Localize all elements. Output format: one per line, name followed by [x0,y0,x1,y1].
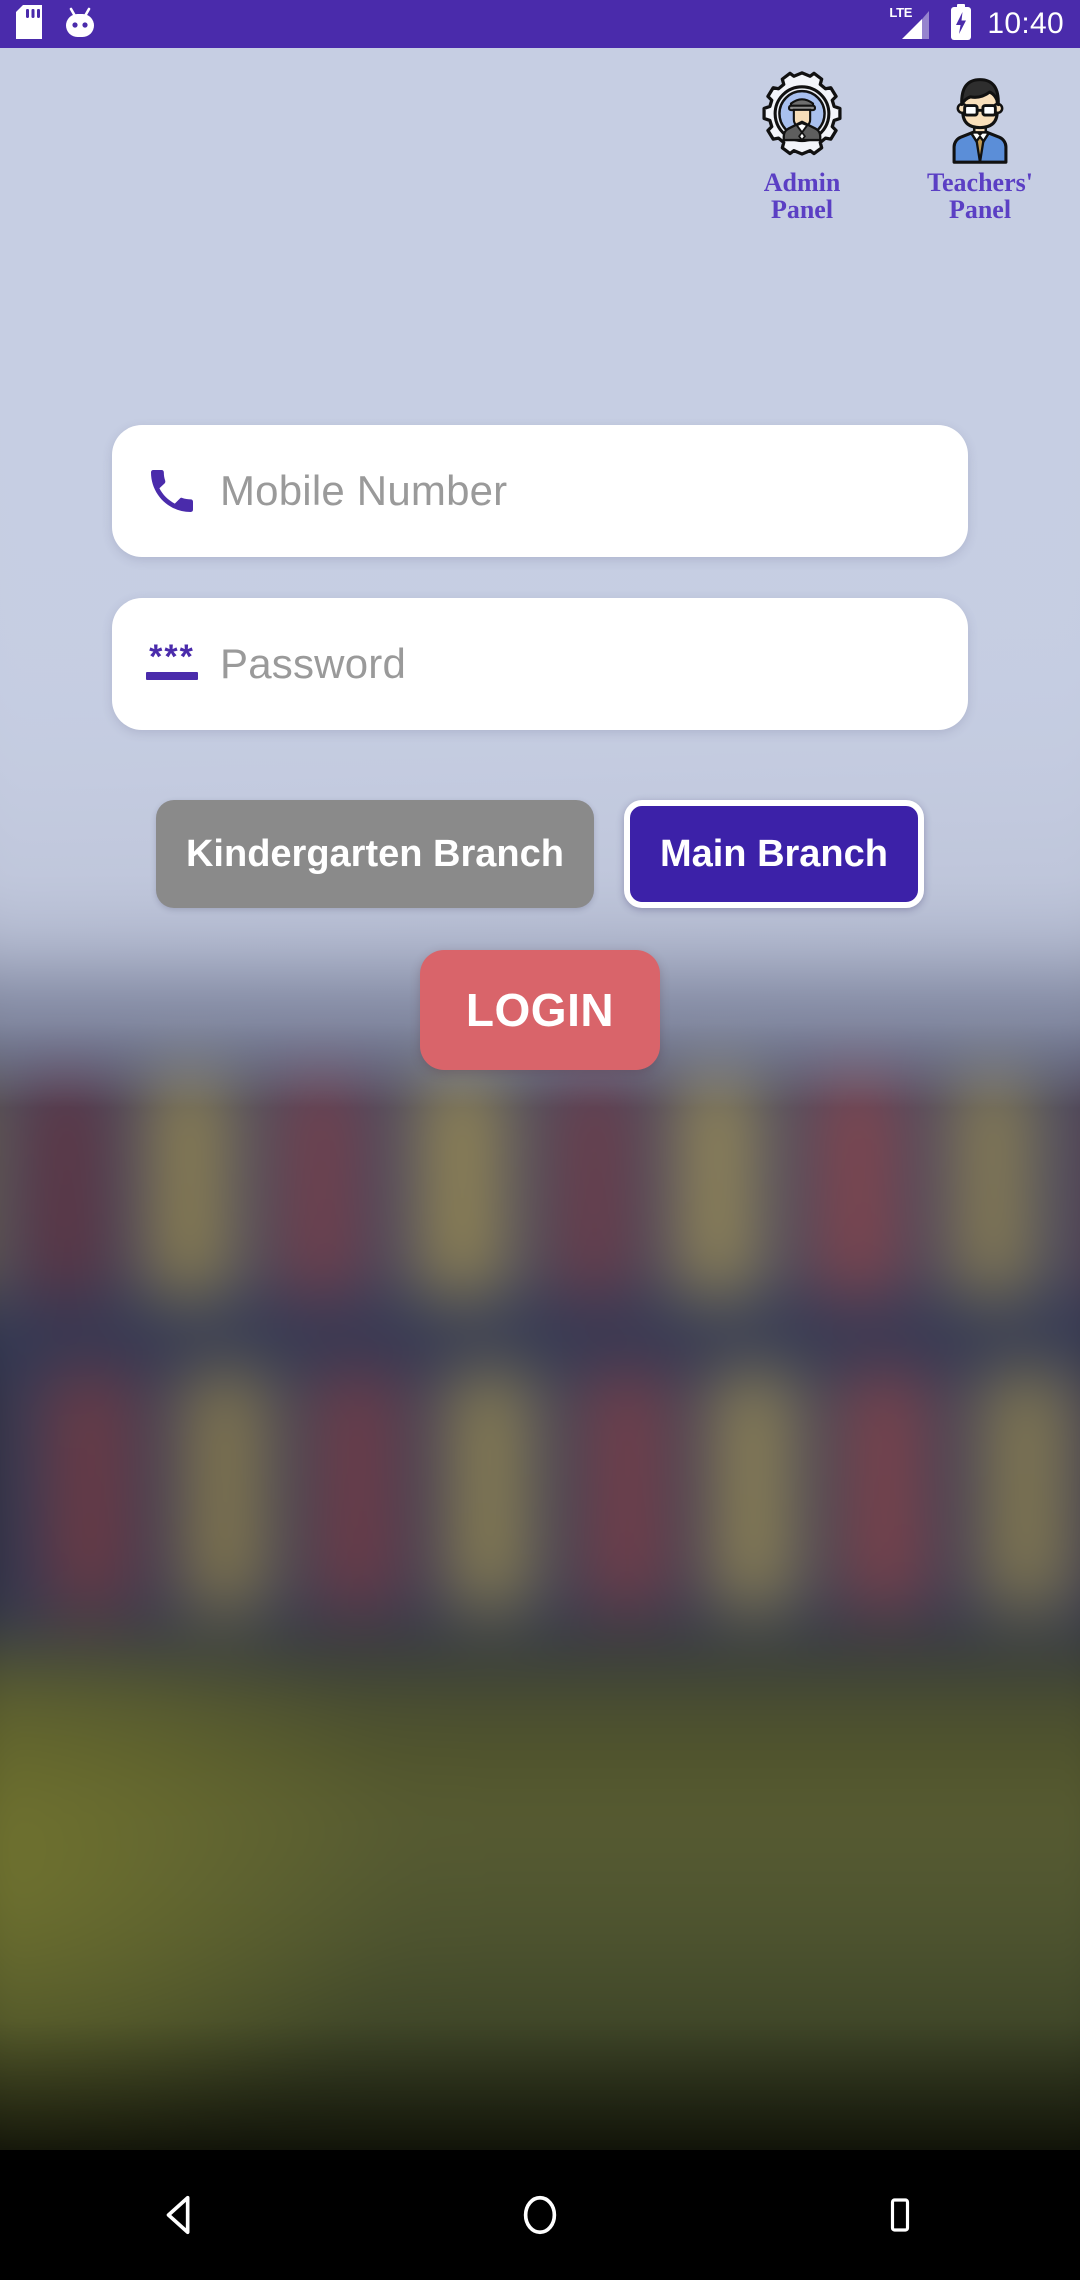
login-button[interactable]: LOGIN [420,950,660,1070]
admin-panel-button[interactable]: Admin Panel [726,70,878,223]
teachers-panel-label-line1: Teachers' [927,168,1033,197]
admin-panel-label-line1: Admin [763,168,841,197]
home-button[interactable] [480,2150,600,2280]
back-button[interactable] [120,2150,240,2280]
lte-signal-icon: LTE [889,5,935,41]
teachers-panel-label: Teachers' Panel [927,168,1033,224]
android-navigation-bar [0,2150,1080,2280]
clock-label: 10:40 [987,7,1064,40]
background-windows-row-upper [0,1070,1080,1300]
background-windows-row-lower [0,1370,1080,1610]
android-face-icon [64,5,96,44]
password-placeholder: Password [220,640,407,687]
recents-button[interactable] [840,2150,960,2280]
admin-panel-label-line2: Panel [770,194,834,224]
password-asterisks-glyphs: *** [149,637,195,676]
branch-selector: Kindergarten Branch Main Branch [0,800,1080,908]
mobile-number-placeholder: Mobile Number [220,467,508,514]
mobile-number-field[interactable]: Mobile Number [112,425,968,557]
battery-charging-icon [949,3,973,45]
kindergarten-branch-button[interactable]: Kindergarten Branch [155,800,594,908]
password-asterisks-icon: *** [140,637,204,680]
background-bottom-vignette [0,2020,1080,2150]
teachers-panel-button[interactable]: Teachers' Panel [904,70,1056,223]
teacher-avatar-icon [952,78,1008,164]
sd-card-icon [16,4,42,44]
main-branch-button[interactable]: Main Branch [623,800,924,908]
password-field[interactable]: *** Password [112,598,968,730]
admin-panel-label: Admin Panel [763,168,841,224]
panel-shortcuts: Admin Panel Teachers' Panel [726,70,1056,223]
background-photo [0,0,1080,2150]
admin-gear-user-icon [762,71,842,156]
status-bar-right-icons: LTE 10:40 [889,3,1064,45]
phone-icon [140,463,204,519]
password-underline-bar [146,671,198,680]
status-bar-left-icons [16,4,96,44]
teachers-panel-label-line2: Panel [948,194,1012,224]
status-bar: LTE 10:40 [0,0,1080,48]
